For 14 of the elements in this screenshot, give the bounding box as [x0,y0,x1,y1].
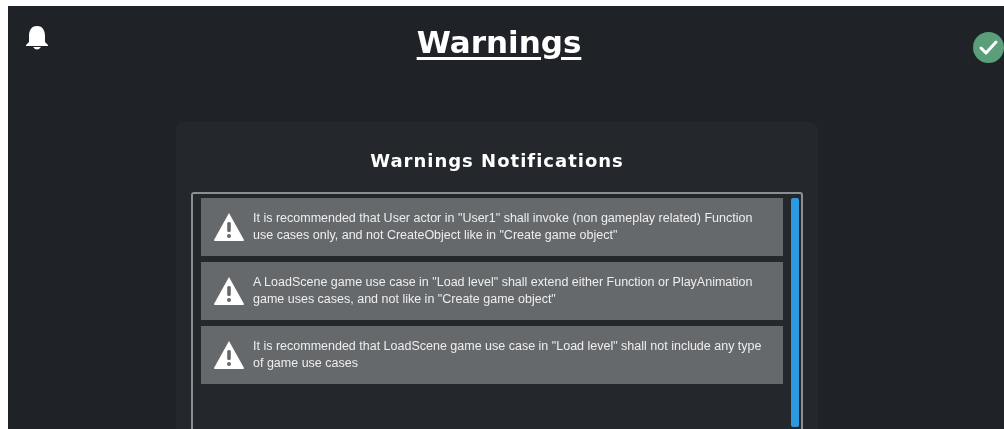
warning-icon [213,340,245,370]
warning-item[interactable]: A LoadScene game use case in "Load level" shall extend either Function or PlayAnimation game uses cases, and not like in "Create game object" [201,262,783,320]
warning-icon [213,212,245,242]
page-title: Warnings [416,24,582,60]
warning-text: It is recommended that LoadScene game use case in "Load level" shall not include any type of game use cases [253,338,763,372]
panel-title: Warnings Notifications [370,150,624,171]
warning-item[interactable]: It is recommended that User actor in "User1" shall invoke (non gameplay related) Function use cases only, and not CreateObject like in "Create game object" [201,198,783,256]
bell-icon[interactable] [24,24,50,52]
warning-icon [213,276,245,306]
warning-text: A LoadScene game use case in "Load level" shall extend either Function or PlayAnimation game uses cases, and not like in "Create game object" [253,274,754,308]
warning-item[interactable]: It is recommended that LoadScene game use case in "Load level" shall not include any type of game use cases [201,326,783,384]
check-circle-icon[interactable] [973,32,1004,63]
warning-text: It is recommended that User actor in "User1" shall invoke (non gameplay related) Function use cases only, and not CreateObject like in "Create game object" [253,210,754,244]
scrollbar[interactable] [791,198,799,427]
